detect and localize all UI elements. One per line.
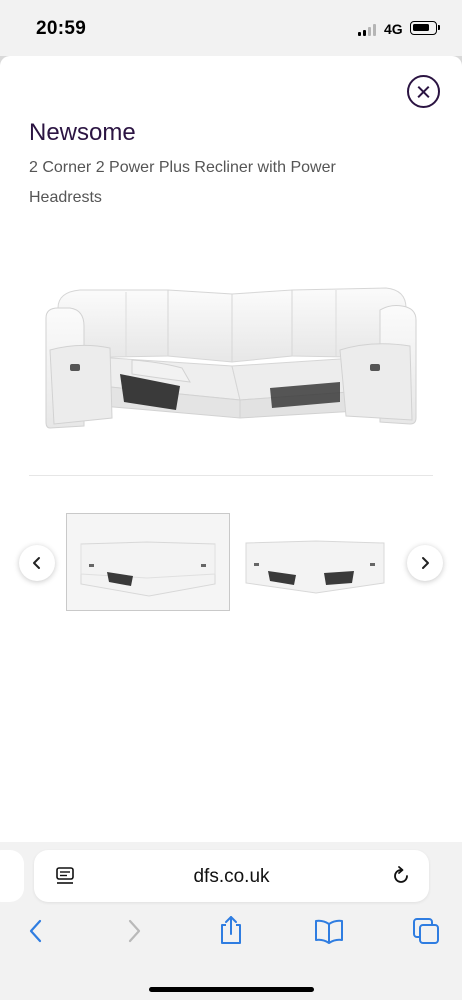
chevron-left-icon — [33, 557, 40, 569]
tabs-icon[interactable] — [411, 916, 441, 946]
bookmarks-icon[interactable] — [313, 916, 345, 946]
product-title: Newsome — [29, 119, 136, 146]
chevron-right-icon — [422, 557, 429, 569]
carousel-next-button[interactable] — [407, 545, 443, 581]
status-bar: 20:59 4G — [0, 0, 462, 56]
address-bar[interactable]: dfs.co.uk — [34, 850, 429, 902]
product-subtitle: 2 Corner 2 Power Plus Recliner with Powe… — [29, 159, 336, 206]
signal-icon — [358, 24, 378, 36]
status-time: 20:59 — [36, 18, 87, 39]
divider — [29, 475, 433, 476]
reload-icon[interactable] — [389, 864, 413, 888]
thumbnail-2[interactable] — [234, 513, 398, 611]
back-icon[interactable] — [24, 916, 48, 946]
network-label: 4G — [384, 21, 403, 37]
forward-icon[interactable] — [122, 916, 146, 946]
url-text: dfs.co.uk — [193, 866, 270, 887]
home-indicator — [149, 987, 314, 992]
share-icon[interactable] — [217, 914, 245, 946]
thumbnail-1[interactable] — [66, 513, 230, 611]
browser-toolbar: dfs.co.uk — [0, 842, 462, 1000]
previous-tab-preview[interactable] — [0, 850, 24, 902]
thumbnail-carousel — [0, 512, 462, 614]
battery-icon — [410, 21, 437, 35]
carousel-prev-button[interactable] — [19, 545, 55, 581]
product-image — [40, 278, 422, 438]
close-button[interactable] — [407, 75, 440, 108]
